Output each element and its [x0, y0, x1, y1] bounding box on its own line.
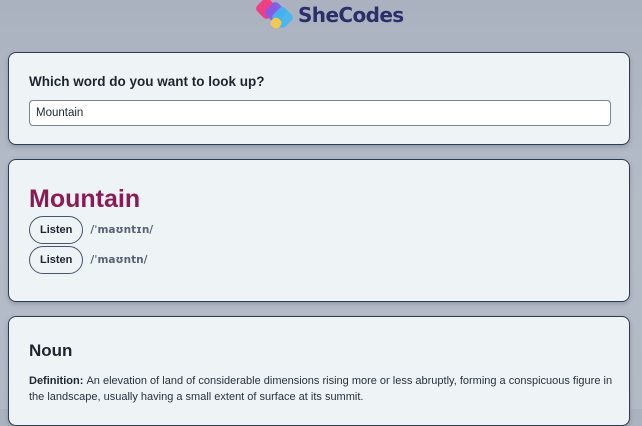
search-card: Which word do you want to look up? — [8, 52, 630, 145]
phonetic-row: Listen /ˈmaʊntn/ — [29, 246, 147, 274]
listen-button[interactable]: Listen — [29, 216, 84, 244]
search-label: Which word do you want to look up? — [29, 74, 265, 89]
shecodes-logo-icon — [254, 0, 295, 32]
phonetic-row: Listen /ˈmaʊntɪn/ — [29, 216, 153, 244]
meaning-card: Noun Definition: An elevation of land of… — [8, 316, 630, 426]
phonetic-text: /ˈmaʊntn/ — [90, 254, 148, 266]
phonetic-text: /ˈmaʊntɪn/ — [90, 224, 154, 236]
shecodes-logo[interactable]: SheCodes — [254, 0, 404, 32]
header: SheCodes — [0, 0, 642, 34]
part-of-speech: Noun — [29, 341, 73, 360]
word-title: Mountain — [29, 185, 141, 213]
definition-label: Definition: — [29, 375, 87, 387]
definition-text: An elevation of land of considerable dim… — [29, 375, 613, 403]
logo-text: SheCodes — [298, 3, 404, 27]
listen-button[interactable]: Listen — [29, 246, 84, 274]
definition: Definition: An elevation of land of cons… — [29, 373, 613, 405]
search-input[interactable] — [29, 100, 611, 126]
word-card: Mountain Listen /ˈmaʊntɪn/ Listen /ˈmaʊn… — [8, 159, 630, 302]
